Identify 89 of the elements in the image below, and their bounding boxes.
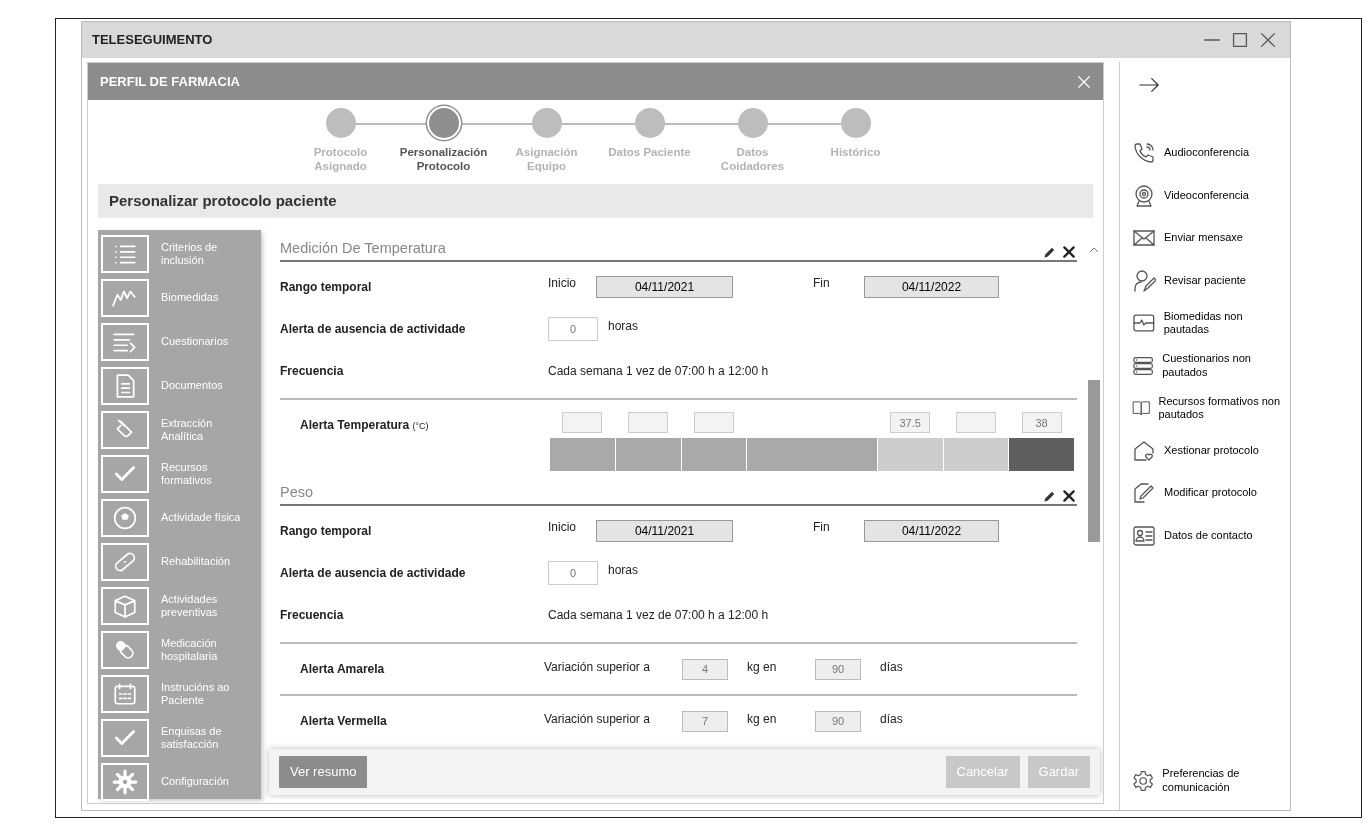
field-label: Variación superior a xyxy=(544,711,651,728)
sidebar-item[interactable]: Actividades preventivas xyxy=(101,584,258,628)
action-item[interactable]: Modificar protocolo xyxy=(1132,472,1289,515)
amount-field[interactable]: 4 xyxy=(682,658,728,680)
alert-label: Alerta Temperatura (°C) xyxy=(300,417,430,434)
step[interactable]: Histórico xyxy=(804,100,907,184)
field-label: Variación superior a xyxy=(544,659,651,676)
action-item[interactable]: Enviar mensaxe xyxy=(1132,217,1289,260)
alert-label: Alerta Vermella xyxy=(300,713,388,730)
tag-pencil-icon xyxy=(1132,481,1156,506)
action-item[interactable]: Audioconferencia xyxy=(1132,132,1289,175)
sidebar-item[interactable]: Documentos xyxy=(101,364,258,408)
ball-icon xyxy=(112,505,138,531)
field-label: Fin xyxy=(813,275,831,292)
hours-field[interactable]: 0 xyxy=(548,317,598,341)
frequency-text: Cada semana 1 vez de 07:00 h a 12:00 h xyxy=(548,363,769,380)
window-title: TELESEGUIMENTO xyxy=(92,31,214,50)
alert-label: Alerta Amarela xyxy=(300,661,386,678)
sidebar-item[interactable]: Actividade física xyxy=(101,496,258,540)
section-heading: Personalizar protocolo paciente xyxy=(109,190,337,211)
action-item[interactable]: Cuestionarios non pautados xyxy=(1132,344,1289,387)
webcam-icon xyxy=(1132,183,1156,208)
sidebar-item[interactable]: Cuestionarios xyxy=(101,320,258,364)
unit-label: horas xyxy=(608,562,639,579)
section-title: Medición De Temperatura xyxy=(280,239,447,259)
threshold-field[interactable] xyxy=(562,412,603,433)
action-item[interactable]: Videoconferencia xyxy=(1132,174,1289,217)
sidebar-item[interactable]: Criterios de inclusión xyxy=(101,232,258,276)
unit-label: horas xyxy=(608,318,639,335)
amount-field[interactable]: 7 xyxy=(682,710,728,732)
sidebar-item[interactable]: Biomedidas xyxy=(101,276,258,320)
step[interactable]: Personalización Protocolo xyxy=(392,100,495,184)
days-field[interactable]: 90 xyxy=(815,658,861,680)
date-field[interactable]: 04/11/2021 xyxy=(596,520,733,542)
frequency-text: Cada semana 1 vez de 07:00 h a 12:00 h xyxy=(548,607,769,624)
threshold-field[interactable]: 38 xyxy=(1021,412,1062,433)
threshold-field[interactable]: 37.5 xyxy=(890,412,931,433)
phone-icon xyxy=(1132,141,1156,166)
step[interactable]: Datos Coidadores xyxy=(701,100,804,184)
calendar-icon xyxy=(112,681,138,707)
date-field[interactable]: 04/11/2022 xyxy=(864,276,999,298)
delete-icon[interactable] xyxy=(1061,244,1077,260)
field-label: Inicio xyxy=(548,275,577,292)
field-label: Frecuencia xyxy=(280,607,345,624)
threshold-field[interactable] xyxy=(628,412,669,433)
date-field[interactable]: 04/11/2021 xyxy=(596,276,733,298)
field-label: Frecuencia xyxy=(280,363,345,380)
field-label: Alerta de ausencia de actividade xyxy=(280,321,467,338)
field-label: Rango temporal xyxy=(280,279,373,296)
field-label: Inicio xyxy=(548,519,577,536)
sidebar-item[interactable]: Medicación hospitalaria xyxy=(101,628,258,672)
action-item[interactable]: Revisar paciente xyxy=(1132,259,1289,302)
threshold-field[interactable] xyxy=(693,412,734,433)
person-pencil-icon xyxy=(1132,268,1156,293)
field-label: Fin xyxy=(813,519,831,536)
unit-label: kg en xyxy=(747,659,778,676)
pencil-icon[interactable] xyxy=(1042,246,1056,260)
action-item[interactable]: Datos de contacto xyxy=(1132,514,1289,557)
hours-field[interactable]: 0 xyxy=(548,561,598,585)
step[interactable]: Datos Paciente xyxy=(598,100,701,184)
summary-button[interactable]: Ver resumo xyxy=(279,756,368,788)
unit-label: días xyxy=(880,659,903,676)
field-label: Alerta de ausencia de actividade xyxy=(280,565,467,582)
pencil-icon[interactable] xyxy=(1042,490,1056,504)
section-title: Peso xyxy=(280,483,315,503)
settings-icon xyxy=(112,769,138,795)
step[interactable]: Protocolo Asignado xyxy=(289,100,392,184)
delete-icon[interactable] xyxy=(1061,488,1077,504)
date-field[interactable]: 04/11/2022 xyxy=(864,520,999,542)
sidebar-item[interactable]: Configuración xyxy=(101,760,258,804)
sidebar-item[interactable]: Recursos formativos xyxy=(101,452,258,496)
sidebar-item[interactable]: Extracción Analítica xyxy=(101,408,258,452)
action-item[interactable]: Biomedidas non pautadas xyxy=(1132,302,1289,345)
unit-label: kg en xyxy=(747,711,778,728)
sidebar-item[interactable]: Instrucións ao Paciente xyxy=(101,672,258,716)
threshold-field[interactable] xyxy=(955,412,996,433)
action-item[interactable]: Xestionar protocolo xyxy=(1132,429,1289,472)
preferences-item[interactable]: Preferencias de comunicación xyxy=(1132,759,1289,802)
days-field[interactable]: 90 xyxy=(815,710,861,732)
box-icon xyxy=(112,593,138,619)
scrollbar-thumb[interactable] xyxy=(1088,380,1100,542)
action-item[interactable]: Recursos formativos non pautados xyxy=(1132,387,1289,430)
dialog-title: PERFIL DE FARMACIA xyxy=(100,72,241,91)
sidebar-item[interactable]: Rehabilitación xyxy=(101,540,258,584)
field-label: Rango temporal xyxy=(280,523,373,540)
contact-card-icon xyxy=(1132,523,1156,548)
sidebar-item[interactable]: Enquisas de satisfacción xyxy=(101,716,258,760)
unit-label: días xyxy=(880,711,903,728)
step[interactable]: Asignación Equipo xyxy=(495,100,598,184)
